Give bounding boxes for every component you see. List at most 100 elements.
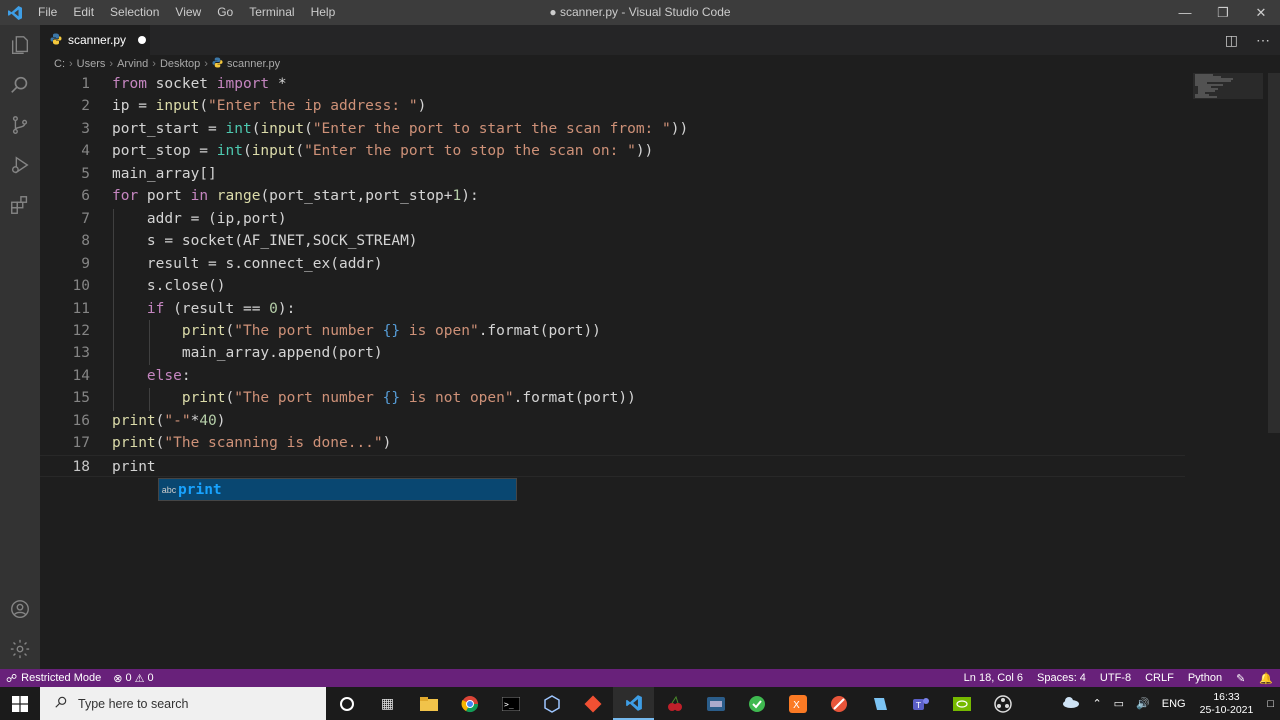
split-editor-icon[interactable]: ◫ — [1225, 32, 1238, 49]
teams-icon[interactable]: T — [900, 687, 941, 720]
windows-start-icon[interactable] — [0, 687, 40, 720]
code-text: addr = (ip,port) — [112, 208, 287, 230]
vscode-taskbar-icon[interactable] — [613, 687, 654, 720]
no-entry-icon[interactable] — [818, 687, 859, 720]
line-number: 2 — [81, 98, 90, 115]
code-line[interactable]: 11 if (result == 0): — [40, 298, 1185, 320]
maximize-icon[interactable]: ❐ — [1204, 0, 1242, 25]
menu-item-edit[interactable]: Edit — [65, 0, 102, 25]
line-number: 4 — [81, 143, 90, 160]
code-line[interactable]: 14 else: — [40, 365, 1185, 387]
code-line[interactable]: 6 for port in range(port_start,port_stop+… — [40, 185, 1185, 207]
green-app-icon[interactable] — [736, 687, 777, 720]
end-of-line[interactable]: CRLF — [1138, 672, 1181, 684]
menu-item-view[interactable]: View — [167, 0, 209, 25]
close-icon[interactable]: ✕ — [1242, 0, 1280, 25]
code-token: input — [155, 98, 200, 115]
xampp-icon[interactable]: X — [777, 687, 818, 720]
code-line[interactable]: 10 s.close() — [40, 275, 1185, 297]
clock[interactable]: 16:33 25-10-2021 — [1192, 691, 1262, 717]
account-icon[interactable] — [0, 589, 40, 629]
code-line[interactable]: 9 result = s.connect_ex(addr) — [40, 253, 1185, 275]
terminal-icon[interactable]: >_ — [490, 687, 531, 720]
input-language[interactable]: ENG — [1156, 698, 1192, 710]
code-text: s.close() — [112, 275, 226, 297]
chrome-icon[interactable] — [449, 687, 490, 720]
obs-icon[interactable] — [982, 687, 1023, 720]
code-line[interactable]: 3 port_start = int(input("Enter the port … — [40, 118, 1185, 140]
minimap[interactable] — [1193, 73, 1263, 113]
volume-icon[interactable]: 🔊 — [1130, 697, 1156, 710]
extensions-icon[interactable] — [0, 185, 40, 225]
code-editor[interactable]: 1 from socket import * 2 ip = input("Enter … — [40, 73, 1268, 669]
code-token: * — [269, 76, 287, 92]
code-line[interactable]: 1 from socket import * — [40, 73, 1185, 95]
feedback-icon[interactable]: ✎ — [1229, 672, 1252, 685]
code-line[interactable]: 4 port_stop = int(input("Enter the port t… — [40, 140, 1185, 162]
suggestion-item[interactable]: abc print — [159, 479, 516, 500]
breadcrumb-item[interactable]: scanner.py — [227, 58, 280, 70]
error-icon: ⊗ — [113, 672, 123, 685]
code-token: ): — [461, 188, 479, 205]
code-token: main_array.append(port) — [112, 345, 383, 362]
cherry-icon[interactable] — [654, 687, 695, 720]
run-debug-icon[interactable] — [0, 145, 40, 185]
notepad-icon[interactable] — [859, 687, 900, 720]
svg-text:X: X — [793, 700, 800, 711]
code-line[interactable]: 18 print — [40, 454, 1185, 477]
more-actions-icon[interactable]: ⋯ — [1256, 32, 1270, 49]
breadcrumb-item[interactable]: Desktop — [160, 58, 200, 70]
code-line[interactable]: 2 ip = input("Enter the ip address: ") — [40, 95, 1185, 117]
taskbar-search[interactable]: Type here to search — [40, 687, 326, 720]
menu-item-terminal[interactable]: Terminal — [241, 0, 302, 25]
restricted-mode-indicator[interactable]: ☍ Restricted Mode — [0, 669, 108, 687]
code-text: print("-"*40) — [112, 410, 226, 432]
indentation[interactable]: Spaces: 4 — [1030, 672, 1093, 684]
virtualbox-icon[interactable] — [531, 687, 572, 720]
code-line[interactable]: 16 print("-"*40) — [40, 410, 1185, 432]
code-line[interactable]: 5 main_array[] — [40, 163, 1185, 185]
minimize-icon[interactable]: — — [1166, 0, 1204, 25]
code-token: from — [112, 76, 147, 92]
code-token: ( — [295, 143, 305, 160]
cursor-position[interactable]: Ln 18, Col 6 — [957, 672, 1030, 684]
menu-item-file[interactable]: File — [30, 0, 65, 25]
media-icon[interactable] — [695, 687, 736, 720]
code-line[interactable]: 13 main_array.append(port) — [40, 342, 1185, 364]
git-icon[interactable] — [572, 687, 613, 720]
network-icon[interactable]: ▭ — [1108, 697, 1130, 710]
action-center-icon[interactable]: □ — [1261, 698, 1280, 710]
code-text: else: — [112, 365, 191, 387]
vertical-scrollbar[interactable] — [1268, 73, 1280, 433]
settings-gear-icon[interactable] — [0, 629, 40, 669]
code-line[interactable]: 15 print("The port number {} is not open… — [40, 387, 1185, 409]
file-explorer-icon[interactable] — [408, 687, 449, 720]
code-line[interactable]: 7 addr = (ip,port) — [40, 208, 1185, 230]
unsaved-dot-icon[interactable] — [138, 36, 147, 44]
source-control-icon[interactable] — [0, 105, 40, 145]
svg-text:>_: >_ — [504, 700, 514, 709]
search-icon[interactable] — [0, 65, 40, 105]
task-view-icon[interactable]: ▦ — [367, 687, 408, 720]
problems-indicator[interactable]: ⊗ 0 ⚠ 0 — [107, 672, 159, 685]
breadcrumb-item[interactable]: Arvind — [117, 58, 148, 70]
breadcrumb-item[interactable]: Users — [77, 58, 106, 70]
chevron-up-icon[interactable]: ⌃ — [1086, 697, 1107, 710]
menu-item-go[interactable]: Go — [209, 0, 241, 25]
cortana-icon[interactable] — [326, 687, 367, 720]
code-token: .format(port)) — [513, 390, 636, 407]
notifications-bell-icon[interactable]: 🔔 — [1252, 672, 1280, 685]
language-mode[interactable]: Python — [1181, 672, 1229, 684]
explorer-icon[interactable] — [0, 25, 40, 65]
breadcrumb-item[interactable]: C: — [54, 58, 65, 70]
weather-cloud-icon[interactable] — [1056, 696, 1086, 711]
nvidia-icon[interactable] — [941, 687, 982, 720]
code-line[interactable]: 12 print("The port number {} is open".fo… — [40, 320, 1185, 342]
menu-item-selection[interactable]: Selection — [102, 0, 167, 25]
tab-scanner-py[interactable]: scanner.py — [40, 25, 150, 55]
code-line[interactable]: 8 s = socket(AF_INET,SOCK_STREAM) — [40, 230, 1185, 252]
menu-item-help[interactable]: Help — [303, 0, 344, 25]
encoding[interactable]: UTF-8 — [1093, 672, 1138, 684]
code-line[interactable]: 17 print("The scanning is done...") — [40, 432, 1185, 454]
code-token: "Enter the port to stop the scan on: " — [304, 143, 636, 160]
